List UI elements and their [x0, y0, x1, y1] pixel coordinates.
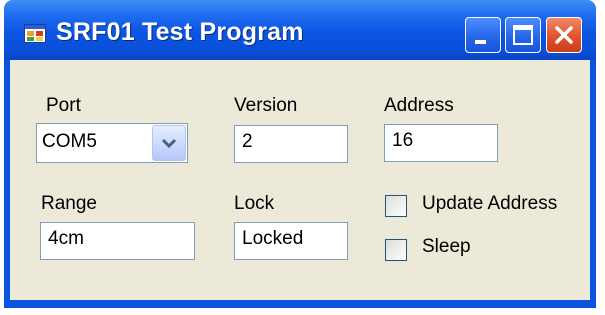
version-label: Version	[234, 95, 298, 116]
version-field[interactable]: 2	[234, 125, 348, 163]
close-button[interactable]	[546, 17, 582, 53]
sleep-checkbox[interactable]	[385, 239, 407, 261]
maximize-icon	[513, 25, 533, 45]
range-field[interactable]: 4cm	[40, 222, 195, 260]
client-area	[10, 60, 590, 300]
minimize-icon	[475, 40, 486, 44]
lock-label: Lock	[234, 193, 275, 214]
minimize-button[interactable]	[465, 17, 501, 53]
port-combobox[interactable]: COM5	[36, 123, 188, 163]
port-value: COM5	[42, 131, 97, 152]
update-address-checkbox[interactable]	[385, 195, 407, 217]
chevron-down-icon	[161, 138, 177, 149]
title-bar[interactable]: SRF01 Test Program	[4, 0, 596, 60]
maximize-button[interactable]	[505, 17, 541, 53]
lock-field[interactable]: Locked	[234, 222, 348, 260]
range-label: Range	[41, 193, 97, 214]
address-label: Address	[384, 95, 454, 116]
port-dropdown-button[interactable]	[152, 125, 186, 161]
window-title: SRF01 Test Program	[56, 18, 304, 46]
app-icon	[24, 24, 46, 43]
port-label: Port	[46, 95, 81, 116]
close-icon	[555, 26, 573, 44]
sleep-label[interactable]: Sleep	[422, 236, 471, 258]
update-address-label[interactable]: Update Address	[422, 193, 557, 215]
address-field[interactable]: 16	[384, 124, 498, 162]
